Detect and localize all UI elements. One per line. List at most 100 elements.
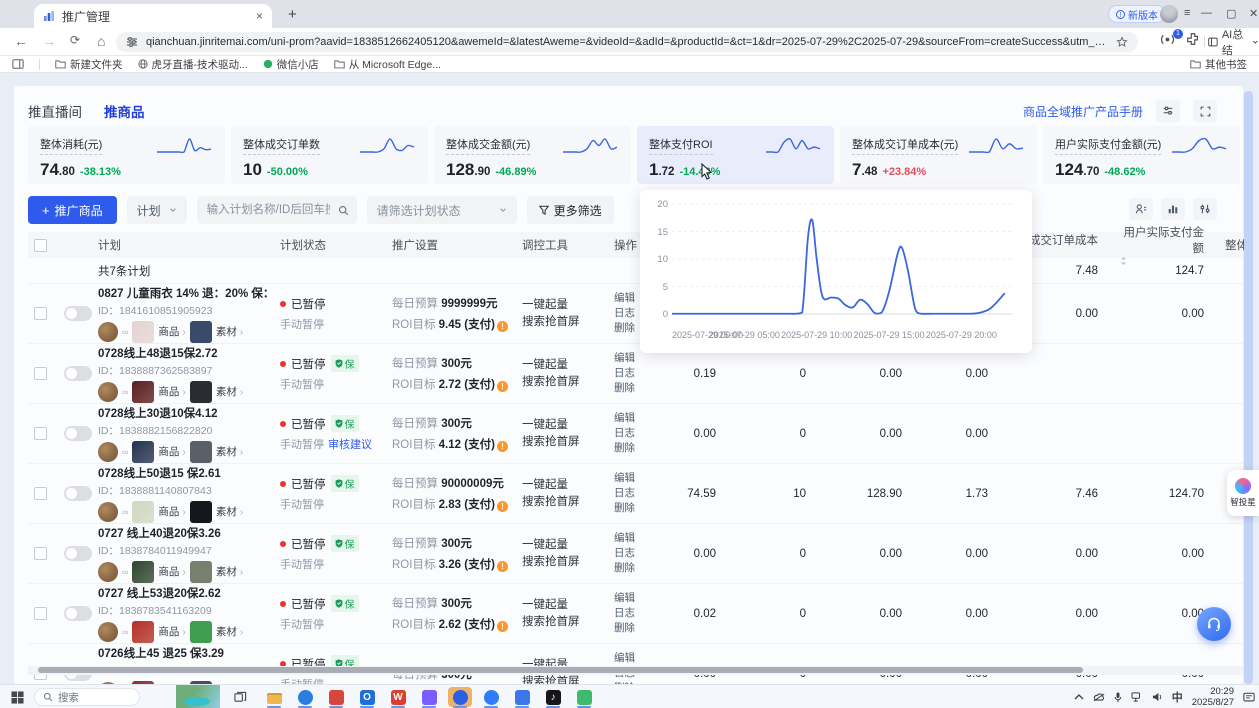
material-link[interactable]: 素材 ›	[216, 444, 243, 459]
material-thumbnail[interactable]	[190, 561, 212, 583]
product-thumbnail[interactable]	[132, 321, 154, 343]
stat-card-4[interactable]: 整体成交订单成本(元)7.48+23.84%	[840, 126, 1037, 184]
one-click-boost-link[interactable]: 一键起量	[522, 297, 602, 314]
search-top-screen-link[interactable]: 搜索抢首屏	[522, 434, 602, 451]
product-link[interactable]: 商品 ›	[158, 624, 185, 639]
material-link[interactable]: 素材 ›	[216, 624, 243, 639]
new-tab-button[interactable]: +	[288, 6, 297, 23]
campaign-title[interactable]: 0727 线上53退20保2.62	[98, 585, 268, 601]
stat-card-5[interactable]: 用户实际支付金额(元)124.70-48.62%	[1043, 126, 1240, 184]
edit-link[interactable]: 编辑	[614, 411, 646, 426]
taskbar-app-blue-circle-app[interactable]	[479, 687, 503, 707]
taskbar-app-file-explorer[interactable]	[262, 687, 286, 707]
one-click-boost-link[interactable]: 一键起量	[522, 417, 602, 434]
bookmark-item[interactable]: 虎牙直播-技术驱动...	[138, 57, 248, 72]
campaign-enable-toggle[interactable]	[64, 486, 92, 501]
other-bookmarks-button[interactable]: 其他书签	[1190, 57, 1247, 72]
row-checkbox[interactable]	[34, 607, 47, 620]
tab-close-icon[interactable]: ×	[256, 9, 263, 23]
stat-card-3[interactable]: 整体支付ROI1.72-14.43%	[637, 126, 834, 184]
taskbar-app-outlook[interactable]: O	[355, 687, 379, 707]
product-thumbnail[interactable]	[132, 441, 154, 463]
taskbar-app-purple-app[interactable]	[417, 687, 441, 707]
delete-link[interactable]: 删除	[614, 381, 646, 396]
taskbar-search[interactable]: 搜索	[34, 688, 140, 706]
campaign-enable-toggle[interactable]	[64, 426, 92, 441]
material-thumbnail[interactable]	[190, 501, 212, 523]
campaign-search-box[interactable]	[197, 196, 357, 224]
search-top-screen-link[interactable]: 搜索抢首屏	[522, 374, 602, 391]
bookmark-item[interactable]: 新建文件夹	[55, 57, 123, 72]
roi-warning-icon[interactable]: !	[497, 621, 508, 632]
edit-link[interactable]: 编辑	[614, 651, 646, 666]
campaign-enable-toggle[interactable]	[64, 606, 92, 621]
review-suggestion-link[interactable]: 审核建议	[328, 439, 372, 451]
product-thumbnail[interactable]	[132, 561, 154, 583]
delete-link[interactable]: 删除	[614, 441, 646, 456]
bookmark-star-icon[interactable]	[1116, 36, 1128, 48]
window-close-button[interactable]: ✕	[1249, 7, 1258, 20]
campaign-title[interactable]: 0727 线上40退20保3.26	[98, 525, 268, 541]
more-filters-button[interactable]: 更多筛选	[527, 196, 614, 224]
search-top-screen-link[interactable]: 搜索抢首屏	[522, 614, 602, 631]
log-link[interactable]: 日志	[614, 546, 646, 561]
taskbar-app-wps[interactable]: W	[386, 687, 410, 707]
status-filter-select[interactable]: 请筛选计划状态	[367, 196, 517, 224]
browser-menu-icon[interactable]: ≡	[1184, 7, 1189, 19]
start-button[interactable]	[6, 685, 28, 708]
stat-card-1[interactable]: 整体成交订单数10-50.00%	[231, 126, 428, 184]
scope-select[interactable]: 计划	[127, 196, 187, 224]
stat-card-0[interactable]: 整体消耗(元)74.80-38.13%	[28, 126, 225, 184]
delete-link[interactable]: 删除	[614, 501, 646, 516]
log-link[interactable]: 日志	[614, 426, 646, 441]
ai-summary-button[interactable]: AI总结	[1208, 32, 1259, 52]
roi-warning-icon[interactable]: !	[497, 381, 508, 392]
onedrive-icon[interactable]	[1093, 693, 1105, 702]
product-thumbnail[interactable]	[132, 501, 154, 523]
metrics-user-columns-button[interactable]	[1129, 198, 1153, 220]
product-link[interactable]: 商品 ›	[158, 384, 185, 399]
material-thumbnail[interactable]	[190, 441, 212, 463]
edit-link[interactable]: 编辑	[614, 351, 646, 366]
one-click-boost-link[interactable]: 一键起量	[522, 477, 602, 494]
bookmark-item[interactable]: 从 Microsoft Edge...	[334, 57, 441, 72]
row-checkbox[interactable]	[34, 427, 47, 440]
select-all-checkbox[interactable]	[34, 239, 47, 252]
taskbar-widget-weather[interactable]	[176, 685, 220, 708]
campaign-title[interactable]: 0728线上48退15保2.72	[98, 345, 268, 361]
log-link[interactable]: 日志	[614, 486, 646, 501]
edit-link[interactable]: 编辑	[614, 471, 646, 486]
back-icon[interactable]: ←	[14, 33, 28, 49]
one-click-boost-link[interactable]: 一键起量	[522, 537, 602, 554]
home-icon[interactable]: ⌂	[97, 33, 105, 49]
address-bar[interactable]: qianchuan.jinritemai.com/uni-prom?aavid=…	[116, 32, 1138, 52]
roi-warning-icon[interactable]: !	[497, 501, 508, 512]
new-version-badge[interactable]: !新版本	[1108, 5, 1166, 23]
material-link[interactable]: 素材 ›	[216, 324, 243, 339]
roi-warning-icon[interactable]: !	[497, 561, 508, 572]
one-click-boost-link[interactable]: 一键起量	[522, 597, 602, 614]
horizontal-scrollbar-thumb[interactable]	[38, 667, 1083, 673]
product-link[interactable]: 商品 ›	[158, 444, 185, 459]
material-thumbnail[interactable]	[190, 381, 212, 403]
material-link[interactable]: 素材 ›	[216, 564, 243, 579]
customer-service-button[interactable]	[1197, 607, 1231, 641]
campaign-enable-toggle[interactable]	[64, 306, 92, 321]
chart-columns-button[interactable]	[1161, 198, 1185, 220]
log-link[interactable]: 日志	[614, 606, 646, 621]
campaign-title[interactable]: 0728线上50退15 保2.61	[98, 465, 268, 481]
microphone-icon[interactable]	[1114, 692, 1122, 703]
forward-icon[interactable]: →	[42, 33, 56, 49]
smart-assistant-widget[interactable]: 智投星	[1227, 470, 1259, 516]
material-thumbnail[interactable]	[190, 621, 212, 643]
handbook-link[interactable]: 商品全域推广产品手册	[1023, 103, 1143, 120]
product-thumbnail[interactable]	[132, 381, 154, 403]
ime-indicator[interactable]: 中	[1172, 689, 1183, 705]
create-promotion-button[interactable]: +推广商品	[28, 196, 117, 224]
product-link[interactable]: 商品 ›	[158, 564, 185, 579]
product-link[interactable]: 商品 ›	[158, 324, 185, 339]
material-link[interactable]: 素材 ›	[216, 384, 243, 399]
tray-expand-icon[interactable]	[1074, 693, 1084, 701]
window-maximize-button[interactable]: ▢	[1226, 7, 1236, 20]
reload-icon[interactable]: ⟳	[70, 33, 80, 47]
